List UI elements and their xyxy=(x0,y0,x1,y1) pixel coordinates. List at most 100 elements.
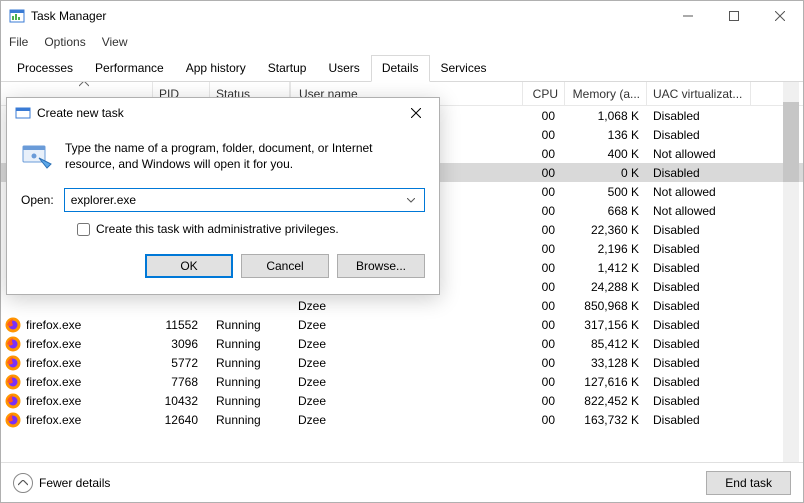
ok-button[interactable]: OK xyxy=(145,254,233,278)
process-pid: 3096 xyxy=(153,336,210,352)
firefox-icon xyxy=(5,317,21,333)
process-uac: Not allowed xyxy=(647,203,751,219)
table-row[interactable]: firefox.exe12640RunningDzee00163,732 KDi… xyxy=(1,410,803,429)
process-pid: 12640 xyxy=(153,412,210,428)
tab-strip: ProcessesPerformanceApp historyStartupUs… xyxy=(1,55,803,82)
process-cpu: 00 xyxy=(523,165,565,181)
table-row[interactable]: Dzee00850,968 KDisabled xyxy=(1,296,803,315)
process-pid: 5772 xyxy=(153,355,210,371)
fewer-details-label: Fewer details xyxy=(39,476,110,490)
col-header-cpu[interactable]: CPU xyxy=(523,82,565,105)
process-user: Dzee xyxy=(290,393,523,409)
process-cpu: 00 xyxy=(523,279,565,295)
chevron-down-icon[interactable] xyxy=(404,198,418,203)
process-cpu: 00 xyxy=(523,108,565,124)
dialog-description: Type the name of a program, folder, docu… xyxy=(65,140,425,172)
process-memory: 822,452 K xyxy=(565,393,647,409)
process-cpu: 00 xyxy=(523,127,565,143)
tab-app-history[interactable]: App history xyxy=(175,55,257,82)
process-status: Running xyxy=(210,412,290,428)
menu-view[interactable]: View xyxy=(102,35,128,49)
process-status: Running xyxy=(210,393,290,409)
table-row[interactable]: firefox.exe7768RunningDzee00127,616 KDis… xyxy=(1,372,803,391)
col-header-uac[interactable]: UAC virtualizat... xyxy=(647,82,751,105)
tab-startup[interactable]: Startup xyxy=(257,55,318,82)
process-memory: 85,412 K xyxy=(565,336,647,352)
tab-services[interactable]: Services xyxy=(430,55,498,82)
process-name: firefox.exe xyxy=(26,413,81,427)
col-header-memory[interactable]: Memory (a... xyxy=(565,82,647,105)
tab-details[interactable]: Details xyxy=(371,55,430,82)
open-combobox[interactable] xyxy=(64,188,425,212)
dialog-close-button[interactable] xyxy=(393,98,439,128)
process-memory: 0 K xyxy=(565,165,647,181)
scrollbar-thumb[interactable] xyxy=(783,102,799,182)
chevron-up-icon xyxy=(13,473,33,493)
open-input[interactable] xyxy=(71,193,404,207)
process-memory: 33,128 K xyxy=(565,355,647,371)
menu-file[interactable]: File xyxy=(9,35,28,49)
fewer-details-link[interactable]: Fewer details xyxy=(13,473,110,493)
process-memory: 850,968 K xyxy=(565,298,647,314)
firefox-icon xyxy=(5,336,21,352)
admin-checkbox[interactable] xyxy=(77,223,90,236)
process-memory: 500 K xyxy=(565,184,647,200)
process-uac: Disabled xyxy=(647,108,751,124)
table-row[interactable]: firefox.exe5772RunningDzee0033,128 KDisa… xyxy=(1,353,803,372)
process-pid: 11552 xyxy=(153,317,210,333)
process-memory: 22,360 K xyxy=(565,222,647,238)
table-row[interactable]: firefox.exe3096RunningDzee0085,412 KDisa… xyxy=(1,334,803,353)
end-task-button[interactable]: End task xyxy=(706,471,791,495)
firefox-icon xyxy=(5,374,21,390)
process-uac: Disabled xyxy=(647,374,751,390)
menu-options[interactable]: Options xyxy=(44,35,85,49)
cancel-button[interactable]: Cancel xyxy=(241,254,329,278)
process-cpu: 00 xyxy=(523,260,565,276)
process-status: Running xyxy=(210,317,290,333)
process-cpu: 00 xyxy=(523,146,565,162)
process-uac: Disabled xyxy=(647,165,751,181)
task-manager-icon xyxy=(9,8,25,24)
process-status: Running xyxy=(210,374,290,390)
process-uac: Disabled xyxy=(647,222,751,238)
browse-button[interactable]: Browse... xyxy=(337,254,425,278)
process-cpu: 00 xyxy=(523,412,565,428)
close-button[interactable] xyxy=(757,1,803,31)
process-memory: 668 K xyxy=(565,203,647,219)
footer-bar: Fewer details End task xyxy=(1,462,803,502)
dialog-title-bar[interactable]: Create new task xyxy=(7,98,439,128)
open-label: Open: xyxy=(21,193,54,207)
admin-label: Create this task with administrative pri… xyxy=(96,222,339,236)
minimize-button[interactable] xyxy=(665,1,711,31)
table-row[interactable]: firefox.exe10432RunningDzee00822,452 KDi… xyxy=(1,391,803,410)
firefox-icon xyxy=(5,355,21,371)
process-cpu: 00 xyxy=(523,336,565,352)
tab-performance[interactable]: Performance xyxy=(84,55,175,82)
process-user: Dzee xyxy=(290,374,523,390)
process-uac: Disabled xyxy=(647,241,751,257)
process-pid: 7768 xyxy=(153,374,210,390)
process-uac: Disabled xyxy=(647,317,751,333)
process-memory: 400 K xyxy=(565,146,647,162)
tab-processes[interactable]: Processes xyxy=(6,55,84,82)
process-uac: Disabled xyxy=(647,127,751,143)
process-name: firefox.exe xyxy=(26,337,81,351)
vertical-scrollbar[interactable] xyxy=(783,82,799,462)
process-memory: 127,616 K xyxy=(565,374,647,390)
process-status: Running xyxy=(210,355,290,371)
table-row[interactable]: firefox.exe11552RunningDzee00317,156 KDi… xyxy=(1,315,803,334)
process-memory: 136 K xyxy=(565,127,647,143)
process-user: Dzee xyxy=(290,336,523,352)
tab-users[interactable]: Users xyxy=(317,55,370,82)
process-uac: Disabled xyxy=(647,336,751,352)
process-uac: Not allowed xyxy=(647,184,751,200)
process-status xyxy=(210,305,290,307)
firefox-icon xyxy=(5,393,21,409)
process-memory: 24,288 K xyxy=(565,279,647,295)
process-name: firefox.exe xyxy=(26,394,81,408)
process-name: firefox.exe xyxy=(26,318,81,332)
process-memory: 317,156 K xyxy=(565,317,647,333)
process-cpu: 00 xyxy=(523,355,565,371)
title-bar[interactable]: Task Manager xyxy=(1,1,803,31)
maximize-button[interactable] xyxy=(711,1,757,31)
